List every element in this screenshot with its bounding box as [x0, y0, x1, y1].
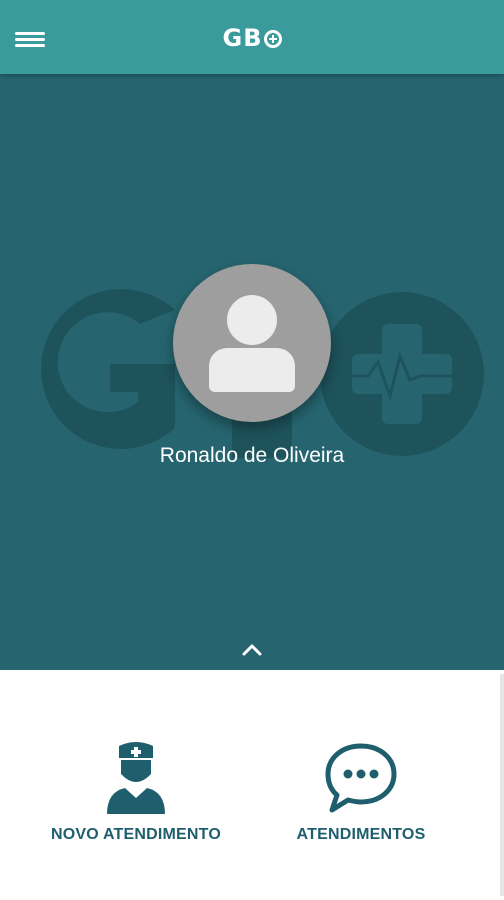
avatar-body	[209, 348, 295, 392]
chat-bubble-icon	[325, 743, 397, 813]
chevron-up-icon[interactable]	[237, 638, 267, 660]
logo-cross-icon	[263, 30, 282, 48]
novo-atendimento-button[interactable]: NOVO ATENDIMENTO	[26, 740, 246, 844]
avatar-head	[227, 295, 277, 345]
atendimentos-label: ATENDIMENTOS	[296, 826, 426, 843]
actions-panel: NOVO ATENDIMENTO ATENDIMENTOS	[0, 670, 504, 900]
profile-panel: Ronaldo de Oliveira	[0, 74, 504, 670]
nurse-icon	[107, 742, 165, 814]
user-name: Ronaldo de Oliveira	[159, 444, 345, 467]
user-avatar-icon[interactable]	[173, 264, 331, 422]
app-bar: GB	[0, 0, 504, 74]
novo-atendimento-label: NOVO ATENDIMENTO	[50, 826, 222, 843]
app-logo-text: GB	[222, 24, 263, 52]
scrollbar[interactable]	[500, 674, 504, 896]
app-logo: GB	[0, 24, 504, 52]
atendimentos-button[interactable]: ATENDIMENTOS	[251, 740, 471, 844]
